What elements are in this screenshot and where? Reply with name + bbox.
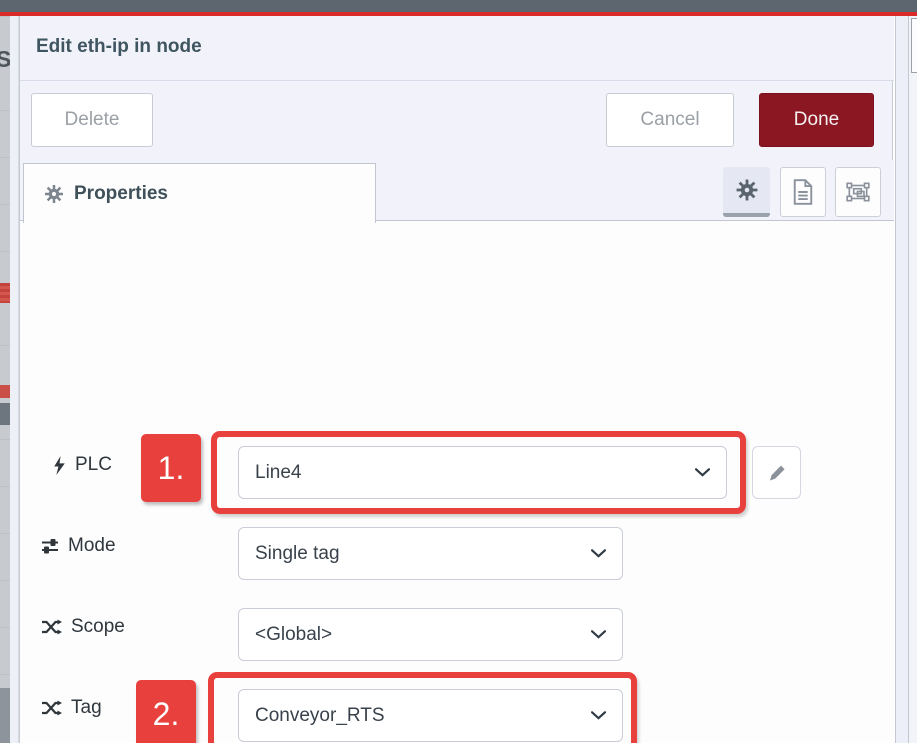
- document-icon: [792, 179, 814, 205]
- background-partial-panel: [911, 18, 917, 73]
- bolt-icon: [53, 456, 66, 475]
- tag-field-label: Tag: [41, 697, 102, 719]
- chevron-down-icon: [591, 549, 606, 558]
- delete-button[interactable]: Delete: [31, 93, 153, 147]
- shuffle-icon: [41, 619, 62, 635]
- shuffle-icon: [41, 700, 62, 716]
- tag-select-value: Conveyor_RTS: [255, 705, 385, 727]
- properties-tab-button[interactable]: [723, 167, 770, 217]
- dialog-title: Edit eth-ip in node: [36, 36, 202, 58]
- dialog-scrollbar-track[interactable]: [895, 16, 909, 743]
- chevron-down-icon: [695, 468, 710, 477]
- chevron-down-icon: [591, 711, 606, 720]
- background-workspace-sliver: S: [0, 16, 10, 743]
- annotation-badge-2: 2.: [136, 680, 196, 743]
- browser-top-bar: [0, 0, 917, 12]
- dialog-header: Edit eth-ip in node: [20, 16, 894, 81]
- edit-plc-config-button[interactable]: [752, 446, 801, 499]
- chevron-down-icon: [591, 630, 606, 639]
- description-tab-button[interactable]: [780, 167, 826, 217]
- appearance-icon: [845, 180, 871, 204]
- plc-field-label: PLC: [53, 454, 112, 476]
- edit-node-dialog: Edit eth-ip in node Delete Cancel Done: [19, 16, 893, 743]
- tab-properties-label: Properties: [74, 183, 168, 205]
- background-red-node: [0, 385, 10, 398]
- gear-icon: [44, 184, 64, 204]
- tag-select[interactable]: Conveyor_RTS: [238, 689, 623, 742]
- background-footer-sliver: [0, 688, 10, 743]
- screen: S Edit eth-ip in node Delete Cancel Done: [0, 0, 917, 743]
- mode-field-label: Mode: [41, 535, 116, 557]
- scope-select[interactable]: <Global>: [238, 608, 623, 661]
- scope-select-value: <Global>: [255, 624, 332, 646]
- appearance-tab-button[interactable]: [835, 167, 881, 217]
- annotation-badge-1: 1.: [141, 434, 201, 502]
- scope-field-label: Scope: [41, 616, 125, 638]
- background-red-node: [0, 283, 10, 303]
- cancel-button[interactable]: Cancel: [606, 93, 734, 147]
- gear-icon: [736, 179, 758, 201]
- background-gray-node: [0, 403, 10, 425]
- background-panel-strip: [10, 16, 19, 743]
- plc-select[interactable]: Line4: [238, 446, 727, 499]
- mode-select[interactable]: Single tag: [238, 527, 623, 580]
- done-button[interactable]: Done: [759, 93, 874, 147]
- plc-select-value: Line4: [255, 462, 302, 484]
- tab-properties[interactable]: Properties: [23, 163, 376, 223]
- sliders-icon: [41, 537, 59, 555]
- background-right-sliver: [909, 16, 917, 743]
- properties-form: PLC 1. Line4: [20, 221, 894, 743]
- mode-select-value: Single tag: [255, 543, 340, 565]
- pencil-icon: [767, 463, 787, 483]
